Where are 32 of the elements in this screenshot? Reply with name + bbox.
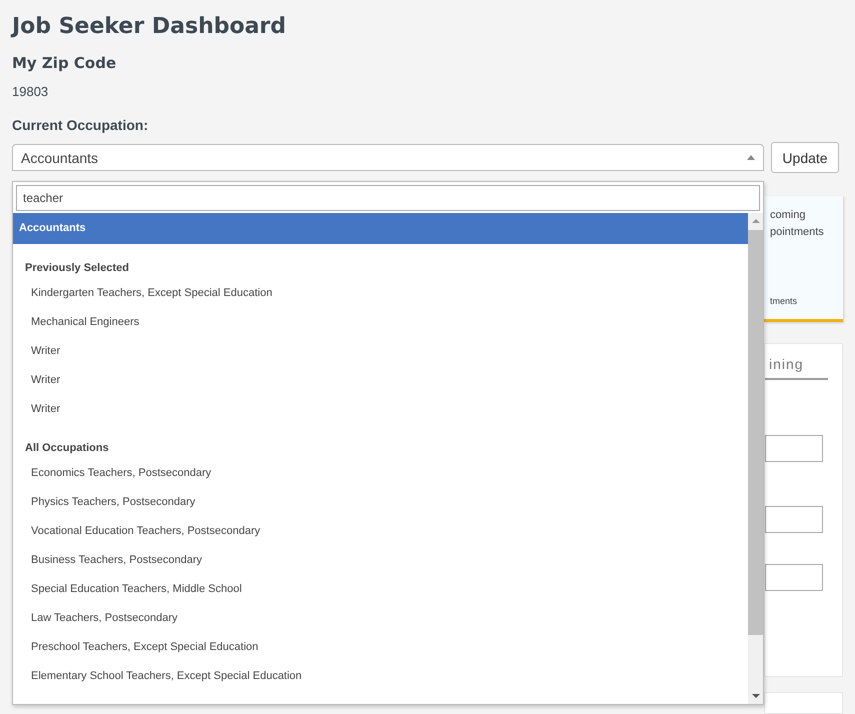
search-field[interactable]: teacher <box>16 185 760 211</box>
card-text: coming <box>770 208 806 223</box>
dropdown-option[interactable]: Physics Teachers, Postsecondary <box>13 488 748 517</box>
update-button[interactable]: Update <box>771 142 839 173</box>
group-heading: Previously Selected <box>24 261 130 276</box>
dropdown-option[interactable]: Law Teachers, Postsecondary <box>13 604 748 633</box>
occupation-dropdown[interactable]: Accountants <box>12 144 764 171</box>
dropdown-option[interactable]: Vocational Education Teachers, Postsecondary <box>13 517 748 546</box>
dropdown-option[interactable]: Elementary School Teachers, Except Special Education <box>13 662 748 691</box>
scrollbar-thumb[interactable] <box>748 230 763 635</box>
dropdown-option[interactable]: Special Education Teachers, Middle School <box>13 575 748 604</box>
scrollbar[interactable] <box>748 213 763 704</box>
caret-icon <box>747 155 755 160</box>
dropdown-option[interactable]: Business Teachers, Postsecondary <box>13 546 748 575</box>
field-label: Current Occupation: <box>12 117 148 133</box>
dropdown-option[interactable]: Preschool Teachers, Except Special Education <box>13 633 748 662</box>
dropdown-option[interactable]: Economics Teachers, Postsecondary <box>13 459 748 488</box>
section-heading: My Zip Code <box>12 54 116 72</box>
dropdown-option[interactable]: Kindergarten Teachers, Except Special Education <box>13 279 748 308</box>
input-field[interactable] <box>765 506 823 533</box>
dropdown-option[interactable]: Mechanical Engineers <box>13 308 748 337</box>
dropdown-option[interactable]: Writer <box>13 337 748 366</box>
dropdown-option[interactable]: Writer <box>13 395 748 424</box>
dropdown-option[interactable]: Writer <box>13 366 748 395</box>
zip-code-value: 19803 <box>12 84 48 99</box>
dropdown-option[interactable]: Accountants <box>13 213 748 244</box>
page-title: Job Seeker Dashboard <box>12 13 286 41</box>
card-link[interactable]: tments <box>770 296 798 306</box>
card-text: pointments <box>770 225 824 240</box>
input-field[interactable] <box>765 435 823 462</box>
input-field[interactable] <box>765 564 823 591</box>
group-heading: All Occupations <box>24 441 110 456</box>
